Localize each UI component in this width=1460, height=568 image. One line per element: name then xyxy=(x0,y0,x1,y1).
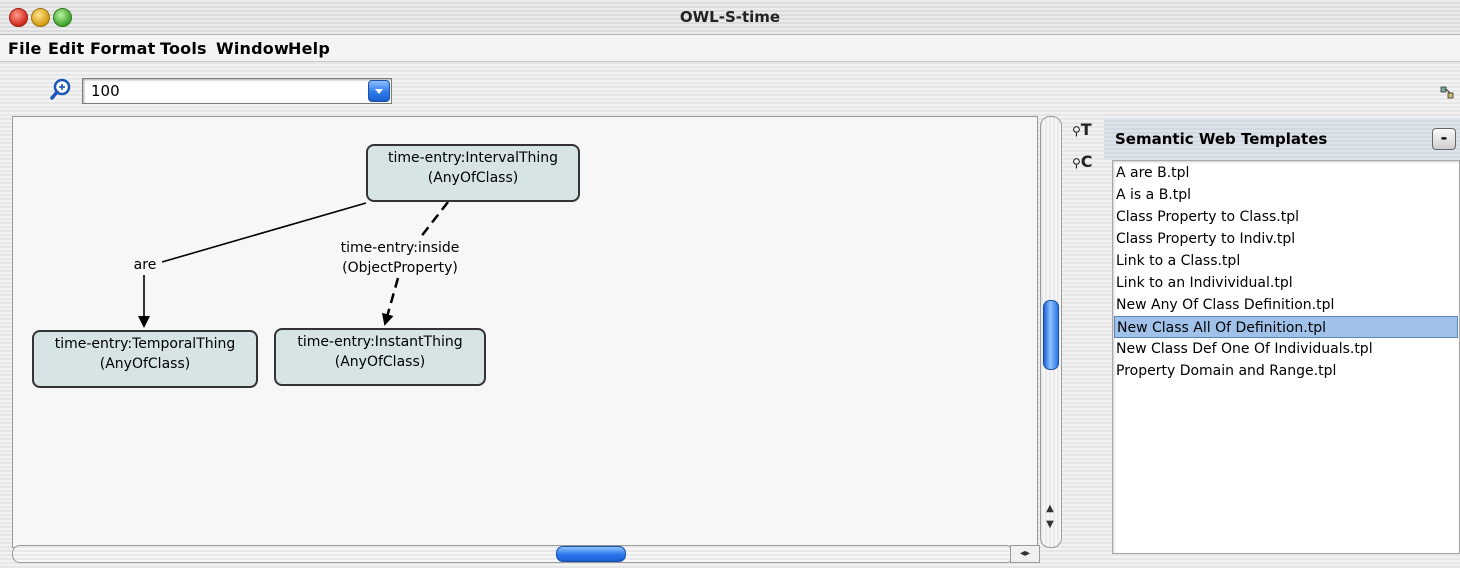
node-instant-thing[interactable]: time-entry:InstantThing (AnyOfClass) xyxy=(274,328,486,386)
horizontal-scroll-thumb[interactable] xyxy=(556,546,626,562)
node-temporal-thing[interactable]: time-entry:TemporalThing (AnyOfClass) xyxy=(32,330,258,388)
scroll-down-arrow-icon[interactable]: ▼ xyxy=(1044,519,1056,531)
side-tab-classes[interactable]: ⚲C xyxy=(1072,152,1093,171)
node-instant-thing-type: (AnyOfClass) xyxy=(334,354,426,370)
tab-tree-icon: ⚲ xyxy=(1072,156,1081,170)
node-instant-thing-name: time-entry:InstantThing xyxy=(297,334,463,350)
edge-label-are[interactable]: are xyxy=(128,255,162,275)
side-tab-templates-label: T xyxy=(1080,120,1092,139)
horizontal-scroll-arrows[interactable]: ◂▸ xyxy=(1010,545,1040,563)
side-tab-classes-label: C xyxy=(1080,152,1093,171)
template-item-selected[interactable]: New Class All Of Definition.tpl xyxy=(1114,316,1458,338)
template-item[interactable]: Class Property to Indiv.tpl xyxy=(1114,228,1458,250)
edge-inside-line[interactable] xyxy=(419,201,449,239)
tab-tree-icon: ⚲ xyxy=(1072,124,1081,138)
node-temporal-thing-name: time-entry:TemporalThing xyxy=(54,336,236,352)
template-item[interactable]: Link to a Class.tpl xyxy=(1114,250,1458,272)
side-tab-templates[interactable]: ⚲T xyxy=(1072,120,1092,139)
node-interval-thing-type: (AnyOfClass) xyxy=(427,170,519,186)
horizontal-scrollbar[interactable] xyxy=(12,545,1014,563)
edge-label-inside-name: time-entry:inside xyxy=(340,240,460,256)
scroll-up-arrow-icon[interactable]: ▲ xyxy=(1044,503,1056,515)
template-item[interactable]: Property Domain and Range.tpl xyxy=(1114,360,1458,382)
template-item[interactable]: New Any Of Class Definition.tpl xyxy=(1114,294,1458,316)
collapse-panel-button[interactable]: - xyxy=(1432,128,1456,150)
edge-inside-arrow[interactable] xyxy=(381,277,400,326)
template-item[interactable]: A are B.tpl xyxy=(1114,162,1458,184)
template-item[interactable]: A is a B.tpl xyxy=(1114,184,1458,206)
template-item[interactable]: New Class Def One Of Individuals.tpl xyxy=(1114,338,1458,360)
template-item[interactable]: Class Property to Class.tpl xyxy=(1114,206,1458,228)
vertical-scroll-thumb[interactable] xyxy=(1043,300,1059,370)
templates-panel-title: Semantic Web Templates xyxy=(1115,130,1328,148)
toolbar-tool-icon[interactable] xyxy=(1440,84,1458,100)
node-interval-thing-name: time-entry:IntervalThing xyxy=(387,150,559,166)
node-temporal-thing-type: (AnyOfClass) xyxy=(99,356,191,372)
template-item[interactable]: Link to an Indivividual.tpl xyxy=(1114,272,1458,294)
edge-label-inside[interactable]: time-entry:inside (ObjectProperty) xyxy=(330,238,470,278)
node-interval-thing[interactable]: time-entry:IntervalThing (AnyOfClass) xyxy=(366,144,580,202)
edge-label-inside-type: (ObjectProperty) xyxy=(342,260,458,276)
